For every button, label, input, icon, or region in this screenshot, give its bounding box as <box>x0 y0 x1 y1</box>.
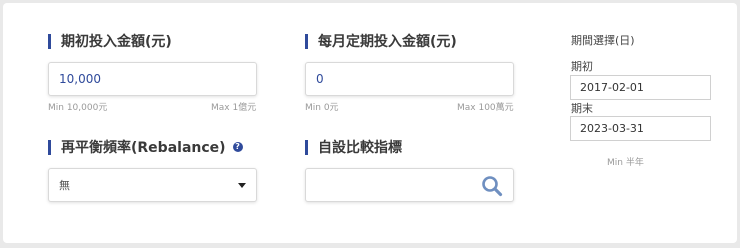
backtest-settings-panel: 期初投入金額(元) 10,000 Min 10,000元 Max 1億元 每月定… <box>3 3 737 243</box>
initial-amount-input[interactable]: 10,000 <box>48 62 257 96</box>
initial-amount-label: 期初投入金額(元) <box>61 34 172 50</box>
period-end-input[interactable]: 2023-03-31 <box>570 116 711 141</box>
title-accent-bar <box>305 33 308 49</box>
rebalance-label: 再平衡頻率(Rebalance) <box>61 140 226 156</box>
rebalance-selected-value: 無 <box>59 179 70 192</box>
rebalance-select[interactable]: 無 <box>48 168 257 202</box>
period-title: 期間選擇(日) <box>571 34 635 47</box>
caret-down-icon <box>238 183 246 188</box>
monthly-amount-label: 每月定期投入金額(元) <box>318 34 457 50</box>
benchmark-label: 自設比較指標 <box>318 140 402 156</box>
monthly-amount-input[interactable]: 0 <box>305 62 514 96</box>
period-start-label: 期初 <box>571 60 593 73</box>
rebalance-title: 再平衡頻率(Rebalance) ? <box>48 137 243 157</box>
period-min-hint: Min 半年 <box>607 158 644 168</box>
initial-amount-min-hint: Min 10,000元 <box>48 103 108 113</box>
period-end-label: 期末 <box>571 102 593 115</box>
period-start-value: 2017-02-01 <box>580 81 644 94</box>
benchmark-title: 自設比較指標 <box>305 137 402 157</box>
title-accent-bar <box>305 139 308 155</box>
monthly-amount-value: 0 <box>316 72 324 86</box>
initial-amount-max-hint: Max 1億元 <box>211 103 257 113</box>
question-circle-icon[interactable]: ? <box>232 142 243 152</box>
title-accent-bar <box>48 33 51 49</box>
initial-amount-title: 期初投入金額(元) <box>48 31 172 51</box>
title-accent-bar <box>48 139 51 155</box>
period-end-value: 2023-03-31 <box>580 122 644 135</box>
monthly-amount-title: 每月定期投入金額(元) <box>305 31 457 51</box>
benchmark-search-input[interactable] <box>305 168 514 202</box>
initial-amount-value: 10,000 <box>59 72 101 86</box>
magnifier-icon[interactable] <box>481 175 503 197</box>
monthly-amount-min-hint: Min 0元 <box>305 103 339 113</box>
period-start-input[interactable]: 2017-02-01 <box>570 75 711 100</box>
monthly-amount-max-hint: Max 100萬元 <box>457 103 514 113</box>
